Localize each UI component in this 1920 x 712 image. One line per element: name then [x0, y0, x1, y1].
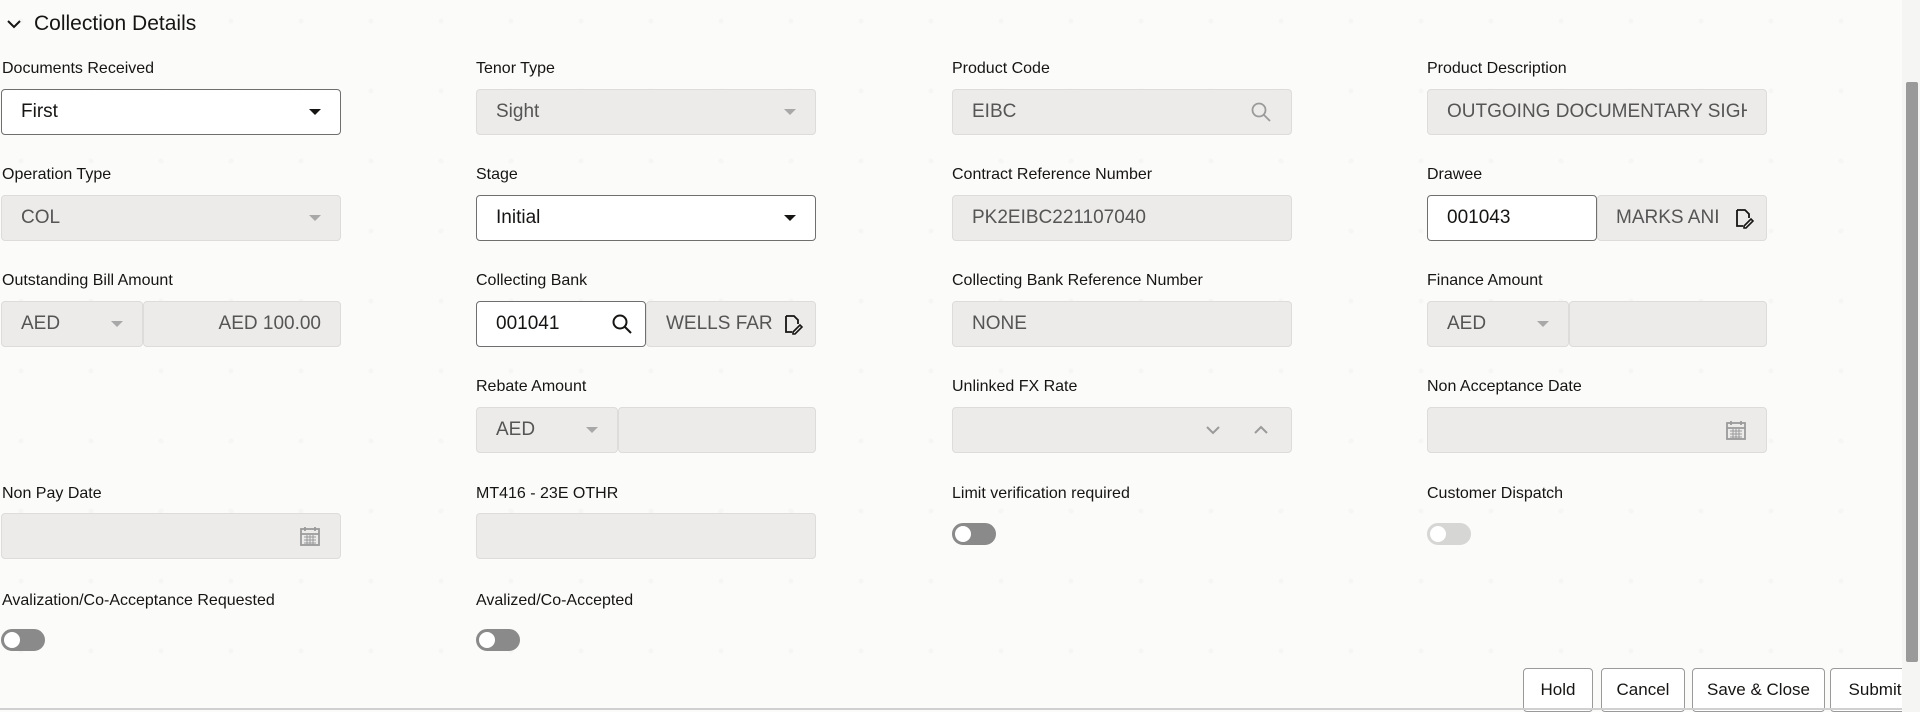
outstanding-bill-currency-select[interactable]: AED	[1, 301, 143, 347]
non-acceptance-date-input[interactable]	[1427, 407, 1767, 453]
product-description-field: OUTGOING DOCUMENTARY SIGHT	[1427, 89, 1767, 135]
finance-amount-currency-value: AED	[1447, 313, 1487, 334]
outstanding-bill-currency-value: AED	[21, 313, 61, 334]
collecting-bank-reference-number-label: Collecting Bank Reference Number	[952, 272, 1203, 289]
toggle-knob	[1430, 526, 1446, 542]
collecting-bank-name-field: WELLS FAR	[646, 301, 816, 347]
dropdown-caret-icon	[586, 427, 598, 433]
collecting-bank-name-value: WELLS FAR	[666, 313, 773, 334]
calendar-icon[interactable]	[299, 525, 321, 547]
avalization-requested-toggle[interactable]	[1, 629, 45, 651]
unlinked-fx-rate-input[interactable]	[952, 407, 1292, 453]
documents-received-select[interactable]: First	[1, 89, 341, 135]
avalized-label: Avalized/Co-Accepted	[476, 592, 634, 609]
rebate-amount-currency-value: AED	[496, 419, 536, 440]
dropdown-caret-icon	[784, 109, 796, 115]
collecting-bank-code-value: 001041	[496, 313, 560, 334]
drawee-name-field: MARKS ANI	[1597, 195, 1767, 241]
limit-verification-label: Limit verification required	[952, 485, 1130, 502]
collecting-bank-reference-number-value: NONE	[972, 313, 1027, 334]
mt416-23e-othr-input[interactable]	[476, 513, 816, 559]
chevron-down-icon[interactable]	[1202, 419, 1224, 441]
avalization-requested-label: Avalization/Co-Acceptance Requested	[2, 592, 275, 609]
outstanding-bill-amount-field: AED 100.00	[143, 301, 341, 347]
contract-reference-number-value: PK2EIBC221107040	[972, 207, 1146, 228]
dropdown-caret-icon	[309, 109, 321, 115]
search-icon[interactable]	[1250, 101, 1272, 123]
stage-label: Stage	[476, 166, 518, 183]
collecting-bank-label: Collecting Bank	[476, 272, 588, 289]
section-header[interactable]: Collection Details	[6, 10, 196, 38]
non-acceptance-date-label: Non Acceptance Date	[1427, 378, 1582, 395]
toggle-knob	[479, 632, 495, 648]
dropdown-caret-icon	[309, 215, 321, 221]
avalized-toggle[interactable]	[476, 629, 520, 651]
outstanding-bill-amount-value: AED 100.00	[218, 313, 321, 334]
collecting-bank-code-input[interactable]: 001041	[476, 301, 646, 347]
tenor-type-value: Sight	[496, 101, 540, 122]
save-close-button[interactable]: Save & Close	[1692, 668, 1825, 712]
operation-type-select[interactable]: COL	[1, 195, 341, 241]
toggle-knob	[4, 632, 20, 648]
drawee-code-value: 001043	[1447, 207, 1511, 228]
hold-button[interactable]: Hold	[1523, 668, 1593, 712]
operation-type-value: COL	[21, 207, 61, 228]
outstanding-bill-amount-label: Outstanding Bill Amount	[2, 272, 173, 289]
product-description-label: Product Description	[1427, 60, 1567, 77]
dropdown-caret-icon	[111, 321, 123, 327]
customer-dispatch-toggle[interactable]	[1427, 523, 1471, 545]
toggle-knob	[955, 526, 971, 542]
documents-received-label: Documents Received	[2, 60, 155, 77]
non-pay-date-input[interactable]	[1, 513, 341, 559]
contract-reference-number-field: PK2EIBC221107040	[952, 195, 1292, 241]
rebate-amount-field[interactable]	[618, 407, 816, 453]
search-icon[interactable]	[611, 313, 633, 335]
document-edit-icon[interactable]	[1732, 207, 1754, 229]
stage-value: Initial	[496, 207, 541, 228]
scrollbar-thumb[interactable]	[1906, 82, 1918, 662]
chevron-up-icon[interactable]	[1250, 419, 1272, 441]
section-title: Collection Details	[34, 12, 197, 35]
drawee-name-value: MARKS ANI	[1616, 207, 1720, 228]
collecting-bank-reference-number-field[interactable]: NONE	[952, 301, 1292, 347]
dropdown-caret-icon	[1537, 321, 1549, 327]
limit-verification-toggle[interactable]	[952, 523, 996, 545]
scrollbar-track[interactable]	[1902, 0, 1920, 712]
tenor-type-select[interactable]: Sight	[476, 89, 816, 135]
dropdown-caret-icon	[784, 215, 796, 221]
document-edit-icon[interactable]	[781, 313, 803, 335]
non-pay-date-label: Non Pay Date	[2, 485, 102, 502]
product-code-value: EIBC	[972, 101, 1017, 122]
drawee-code-input[interactable]: 001043	[1427, 195, 1597, 241]
product-description-value: OUTGOING DOCUMENTARY SIGHT	[1447, 101, 1747, 122]
drawee-label: Drawee	[1427, 166, 1483, 183]
tenor-type-label: Tenor Type	[476, 60, 555, 77]
customer-dispatch-label: Customer Dispatch	[1427, 485, 1564, 502]
finance-amount-field[interactable]	[1569, 301, 1767, 347]
contract-reference-number-label: Contract Reference Number	[952, 166, 1153, 183]
footer-divider	[0, 708, 1902, 710]
finance-amount-currency-select[interactable]: AED	[1427, 301, 1569, 347]
rebate-amount-currency-select[interactable]: AED	[476, 407, 618, 453]
mt416-23e-othr-label: MT416 - 23E OTHR	[476, 485, 619, 502]
rebate-amount-label: Rebate Amount	[476, 378, 587, 395]
unlinked-fx-rate-label: Unlinked FX Rate	[952, 378, 1078, 395]
cancel-button[interactable]: Cancel	[1601, 668, 1685, 712]
calendar-icon[interactable]	[1725, 419, 1747, 441]
stage-select[interactable]: Initial	[476, 195, 816, 241]
operation-type-label: Operation Type	[2, 166, 112, 183]
product-code-label: Product Code	[952, 60, 1050, 77]
documents-received-value: First	[21, 101, 58, 122]
finance-amount-label: Finance Amount	[1427, 272, 1543, 289]
chevron-down-icon	[7, 20, 21, 29]
product-code-field[interactable]: EIBC	[952, 89, 1292, 135]
